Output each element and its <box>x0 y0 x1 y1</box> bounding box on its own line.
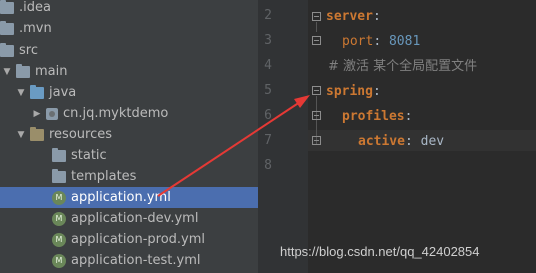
annotation-arrow-line <box>157 101 301 197</box>
annotation-arrow-head <box>294 95 310 108</box>
watermark-text: https://blog.csdn.net/qq_42402854 <box>280 244 480 259</box>
annotation-arrow <box>157 95 310 197</box>
